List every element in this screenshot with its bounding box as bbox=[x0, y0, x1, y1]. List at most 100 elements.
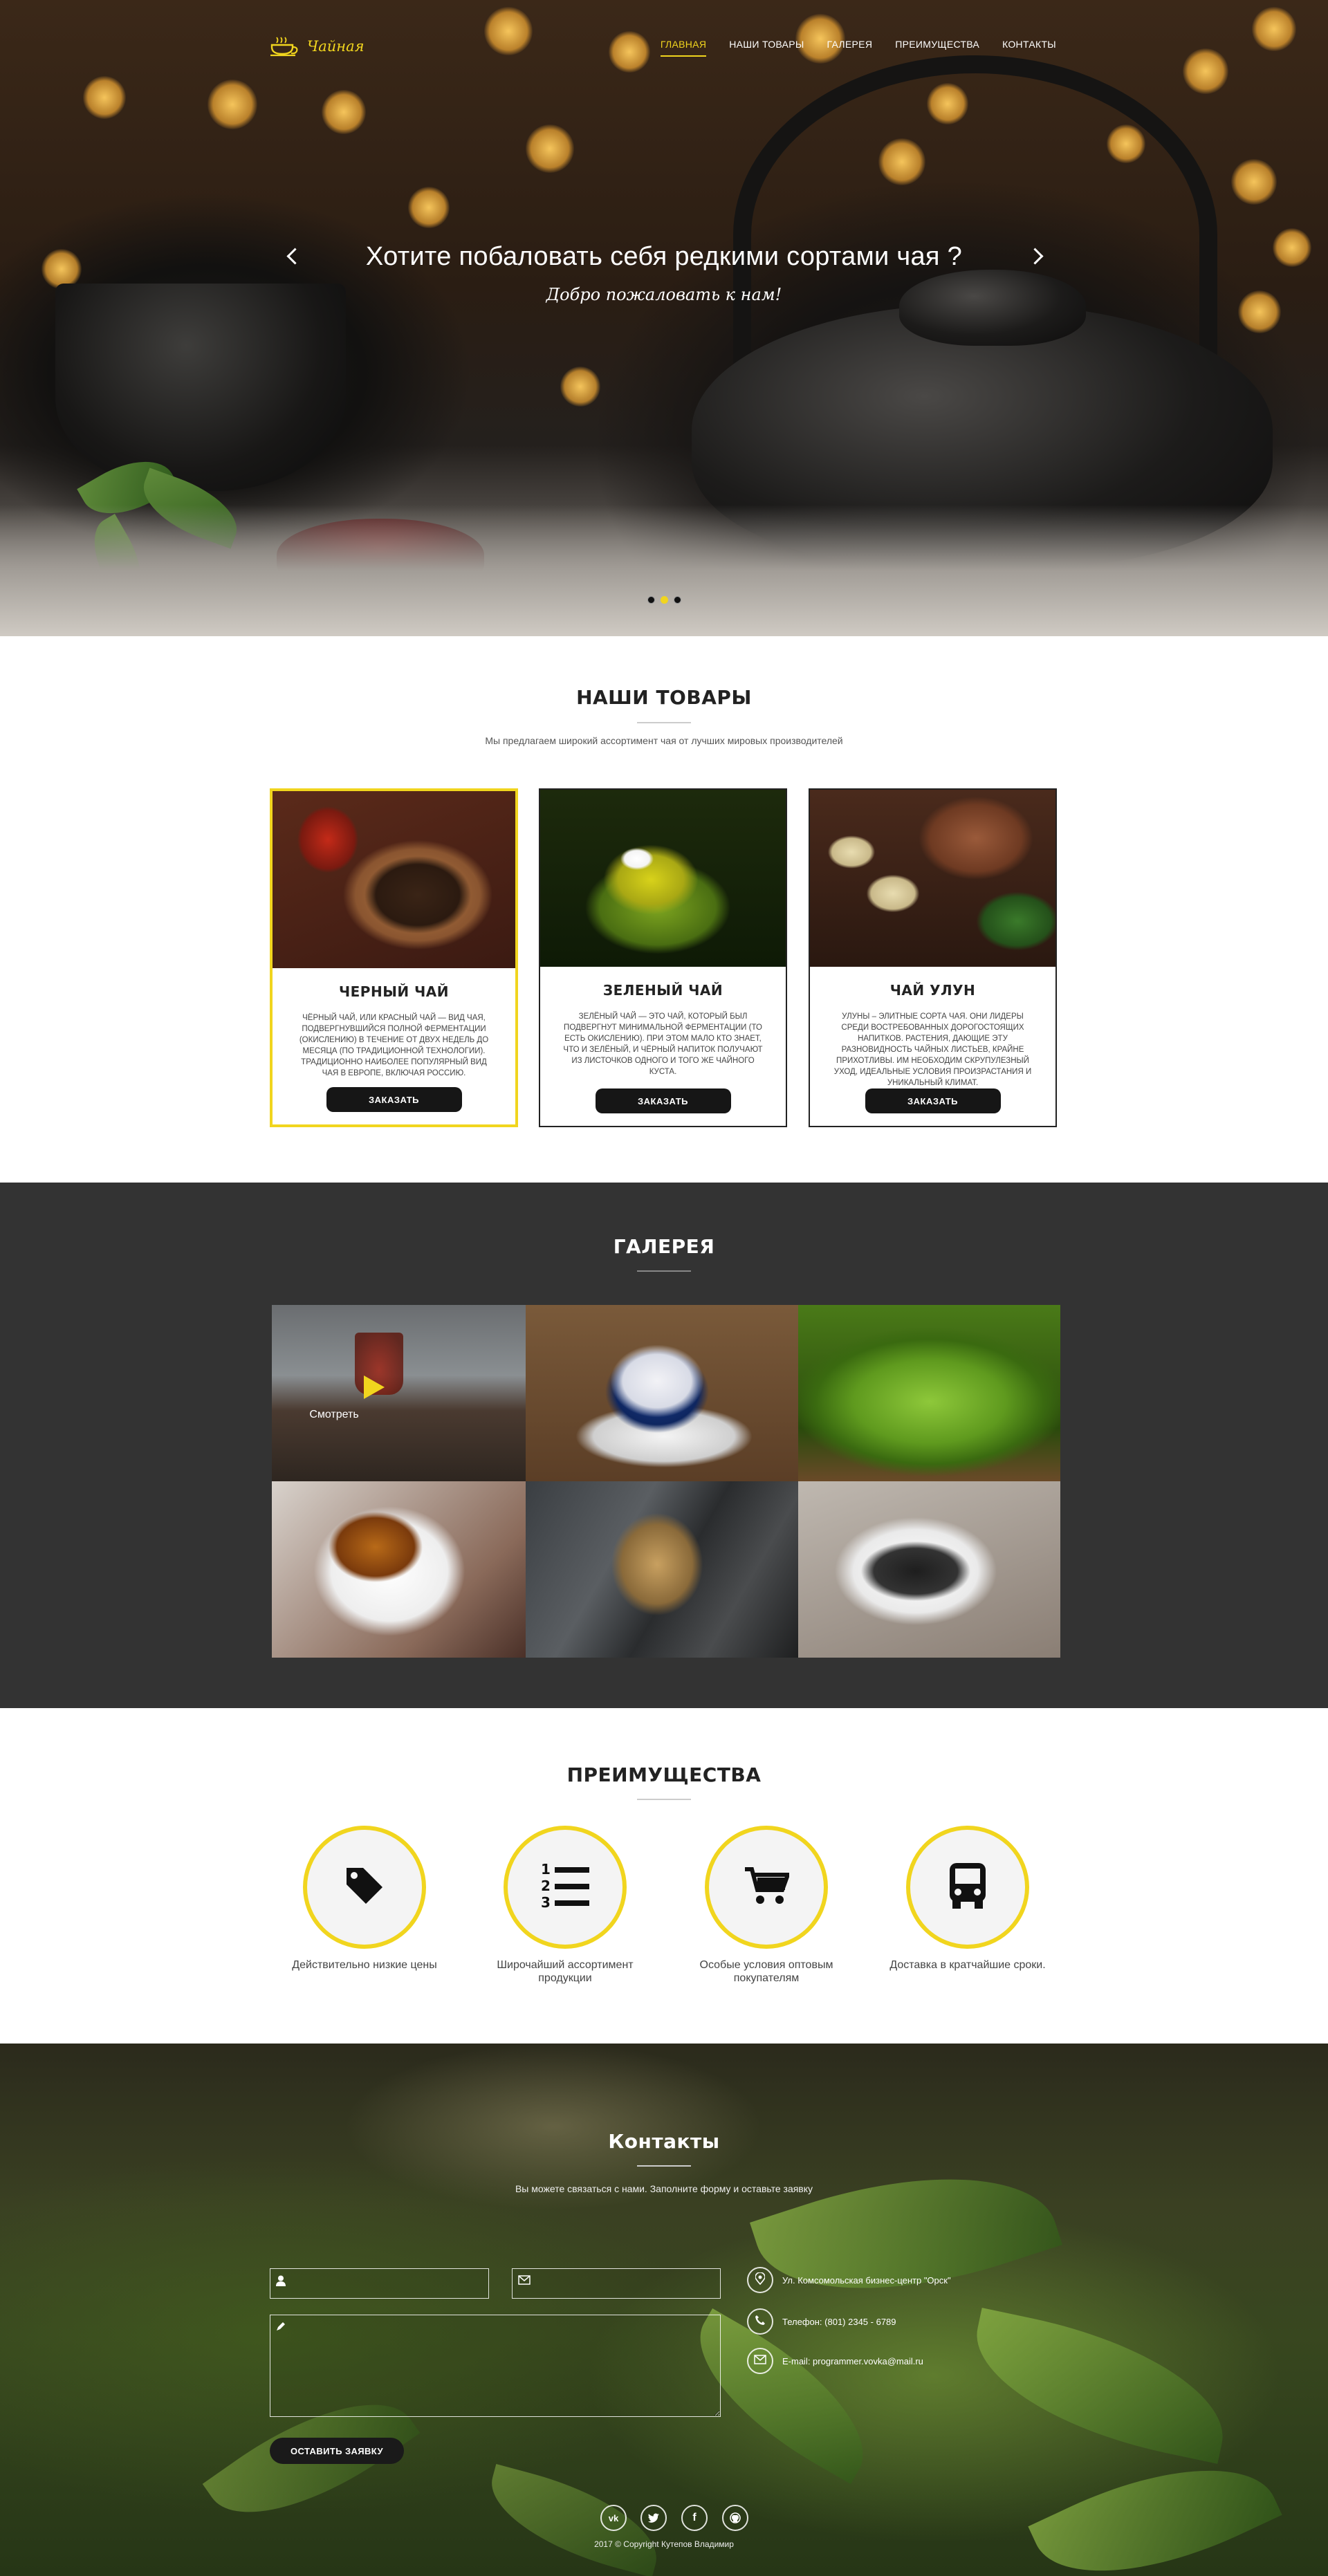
phone-text: Телефон: (801) 2345 - 6789 bbox=[782, 2317, 896, 2327]
submit-request-button[interactable]: ОСТАВИТЬ ЗАЯВКУ bbox=[270, 2438, 404, 2464]
slider-subtitle: Добро пожаловать к нам! bbox=[546, 285, 782, 304]
product-card-oolong-tea[interactable]: ЧАЙ УЛУН УЛУНЫ – ЭЛИТНЫЕ СОРТА ЧАЯ. ОНИ … bbox=[809, 788, 1057, 1127]
svg-text:2: 2 bbox=[541, 1878, 551, 1894]
gallery-photo[interactable] bbox=[798, 1481, 1060, 1658]
advantage-circle: 1 2 3 bbox=[504, 1826, 627, 1949]
nav-item-home[interactable]: ГЛАВНАЯ bbox=[660, 39, 707, 57]
advantage-label: Действительно низкие цены bbox=[292, 1959, 437, 1971]
advantage-circle bbox=[906, 1826, 1029, 1949]
table-cloth bbox=[0, 505, 1328, 636]
teacup-logo-icon bbox=[270, 36, 300, 57]
vk-icon[interactable]: vk bbox=[600, 2505, 627, 2531]
teapot-lid bbox=[899, 270, 1086, 346]
hero-slider: Чайная ГЛАВНАЯ НАШИ ТОВАРЫ ГАЛЕРЕЯ ПРЕИМ… bbox=[0, 0, 1328, 636]
advantage-label: Доставка в кратчайшие сроки. bbox=[889, 1959, 1046, 1971]
address-text: Ул. Комсомольская бизнес-центр "Орск" bbox=[782, 2275, 951, 2286]
gallery-video-thumbnail[interactable]: Смотреть bbox=[272, 1305, 526, 1481]
order-button[interactable]: ЗАКАЗАТЬ bbox=[326, 1087, 462, 1112]
product-card-green-tea[interactable]: ЗЕЛЕНЫЙ ЧАЙ ЗЕЛЁНЫЙ ЧАЙ — ЭТО ЧАЙ, КОТОР… bbox=[539, 788, 787, 1127]
product-description: ЗЕЛЁНЫЙ ЧАЙ — ЭТО ЧАЙ, КОТОРЫЙ БЫЛ ПОДВЕ… bbox=[563, 1012, 763, 1076]
message-textarea[interactable] bbox=[270, 2315, 720, 2416]
product-description: ЧЁРНЫЙ ЧАЙ, ИЛИ КРАСНЫЙ ЧАЙ — ВИД ЧАЯ, П… bbox=[299, 1014, 489, 1077]
product-description: УЛУНЫ – ЭЛИТНЫЕ СОРТА ЧАЯ. ОНИ ЛИДЕРЫ СР… bbox=[833, 1012, 1032, 1087]
name-input[interactable] bbox=[270, 2269, 488, 2298]
bokeh-light bbox=[526, 124, 574, 173]
gallery-divider bbox=[637, 1270, 691, 1272]
bokeh-light bbox=[322, 90, 366, 134]
slider-title: Хотите побаловать себя редкими сортами ч… bbox=[365, 242, 963, 271]
products-divider bbox=[637, 722, 691, 723]
advantages-title: ПРЕИМУЩЕСТВА bbox=[566, 1763, 762, 1786]
price-tag-icon bbox=[342, 1864, 387, 1911]
tea-leaf bbox=[960, 2308, 1239, 2464]
gallery-photo[interactable] bbox=[526, 1481, 798, 1658]
email-input[interactable] bbox=[513, 2269, 720, 2298]
gallery-photo[interactable] bbox=[798, 1305, 1060, 1481]
watch-label: Смотреть bbox=[309, 1409, 359, 1420]
phone-icon bbox=[755, 2315, 766, 2329]
logo[interactable]: Чайная bbox=[270, 36, 365, 57]
contact-info-item bbox=[747, 2308, 773, 2335]
email-text[interactable]: E-mail: programmer.vovka@mail.ru bbox=[782, 2356, 923, 2366]
nav-item-gallery[interactable]: ГАЛЕРЕЯ bbox=[827, 39, 873, 57]
contact-info-item bbox=[747, 2267, 773, 2293]
tea-leaf bbox=[750, 2133, 1062, 2335]
black-tea-photo bbox=[273, 791, 515, 968]
slider-dot-2[interactable] bbox=[660, 596, 668, 604]
svg-text:3: 3 bbox=[541, 1894, 551, 1911]
nav-item-products[interactable]: НАШИ ТОВАРЫ bbox=[729, 39, 804, 57]
github-icon[interactable] bbox=[722, 2505, 748, 2531]
copyright-text: 2017 © Copyright Кутепов Владимир bbox=[594, 2539, 734, 2549]
advantage-label: Особые условия оптовым покупателям bbox=[699, 1959, 833, 1984]
nav-menu: ГЛАВНАЯ НАШИ ТОВАРЫ ГАЛЕРЕЯ ПРЕИМУЩЕСТВА… bbox=[660, 39, 1056, 57]
advantage-circle bbox=[303, 1826, 426, 1949]
slider-next-arrow-icon[interactable] bbox=[1028, 242, 1047, 272]
svg-text:1: 1 bbox=[541, 1861, 551, 1878]
numbered-list-icon: 1 2 3 bbox=[540, 1860, 591, 1915]
bokeh-light bbox=[408, 187, 450, 228]
slider-dot-1[interactable] bbox=[647, 596, 655, 604]
contacts-section bbox=[0, 2044, 1328, 2576]
gallery-title: ГАЛЕРЕЯ bbox=[613, 1235, 715, 1258]
gallery-section: ГАЛЕРЕЯ Смотреть bbox=[0, 1183, 1328, 1708]
product-card-black-tea[interactable]: ЧЕРНЫЙ ЧАЙ ЧЁРНЫЙ ЧАЙ, ИЛИ КРАСНЫЙ ЧАЙ —… bbox=[270, 788, 518, 1127]
contacts-divider bbox=[637, 2165, 691, 2167]
products-subtitle: Мы предлагаем широкий ассортимент чая от… bbox=[485, 735, 843, 746]
slider-dots bbox=[0, 596, 1328, 604]
envelope-icon bbox=[518, 2275, 531, 2288]
gallery-photo[interactable] bbox=[272, 1481, 526, 1658]
advantage-label: Широчайший ассортимент продукции bbox=[497, 1959, 634, 1984]
advantage-circle bbox=[705, 1826, 828, 1949]
order-button[interactable]: ЗАКАЗАТЬ bbox=[865, 1088, 1001, 1113]
slider-dot-3[interactable] bbox=[673, 596, 681, 604]
bokeh-light bbox=[560, 367, 600, 407]
product-name: ЗЕЛЕНЫЙ ЧАЙ bbox=[602, 982, 723, 999]
product-name: ЧЕРНЫЙ ЧАЙ bbox=[338, 983, 450, 1000]
bus-icon bbox=[947, 1862, 988, 1914]
bokeh-light bbox=[1231, 159, 1277, 205]
green-tea-photo bbox=[540, 790, 786, 967]
logo-text: Чайная bbox=[307, 38, 365, 55]
contacts-title: Контакты bbox=[608, 2130, 720, 2153]
product-name: ЧАЙ УЛУН bbox=[889, 982, 976, 999]
products-title: НАШИ ТОВАРЫ bbox=[576, 686, 752, 709]
order-button[interactable]: ЗАКАЗАТЬ bbox=[595, 1088, 731, 1113]
twitter-icon[interactable] bbox=[640, 2505, 667, 2531]
user-icon bbox=[276, 2275, 286, 2290]
message-field[interactable] bbox=[270, 2315, 721, 2417]
oolong-tea-photo bbox=[810, 790, 1055, 967]
map-marker-icon bbox=[755, 2271, 766, 2288]
main-navigation: Чайная ГЛАВНАЯ НАШИ ТОВАРЫ ГАЛЕРЕЯ ПРЕИМ… bbox=[0, 0, 1328, 90]
email-field[interactable] bbox=[512, 2268, 721, 2299]
nav-item-contacts[interactable]: КОНТАКТЫ bbox=[1002, 39, 1056, 57]
nav-item-advantages[interactable]: ПРЕИМУЩЕСТВА bbox=[895, 39, 979, 57]
contacts-subtitle: Вы можете связаться с нами. Заполните фо… bbox=[515, 2183, 813, 2194]
play-icon[interactable] bbox=[364, 1375, 385, 1399]
name-field[interactable] bbox=[270, 2268, 489, 2299]
envelope-icon bbox=[754, 2354, 766, 2368]
shopping-cart-icon bbox=[744, 1865, 791, 1910]
facebook-icon[interactable]: f bbox=[681, 2505, 708, 2531]
gallery-photo[interactable] bbox=[526, 1305, 798, 1481]
pencil-icon bbox=[276, 2322, 286, 2335]
tea-bowl bbox=[55, 284, 346, 491]
